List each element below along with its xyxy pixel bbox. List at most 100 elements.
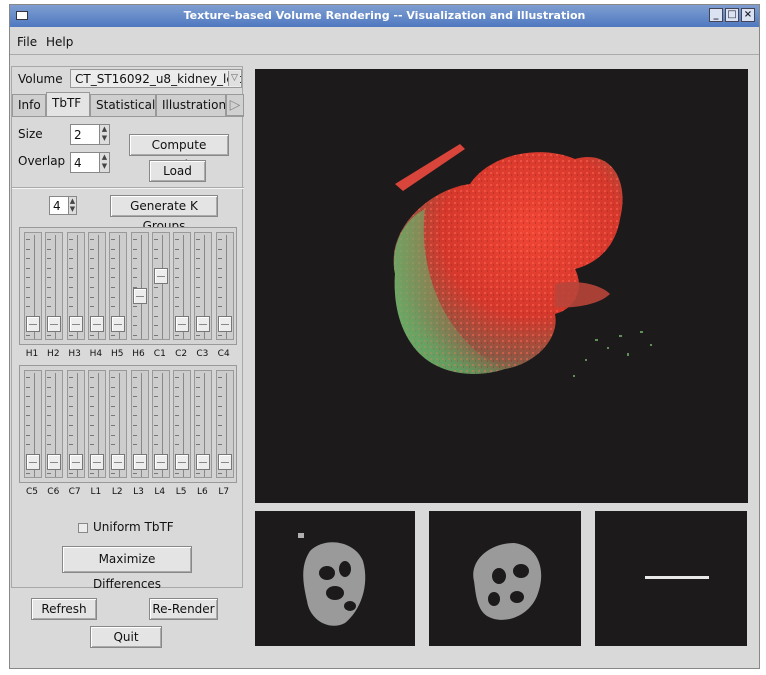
slider-tick <box>68 267 73 269</box>
slider-tick <box>26 287 30 288</box>
slider-tick <box>196 386 201 388</box>
slider-h5[interactable] <box>109 232 128 340</box>
slider-l1[interactable] <box>87 370 106 478</box>
slider-h3[interactable] <box>66 232 85 340</box>
slider-c4[interactable] <box>215 232 234 340</box>
overlap-spinner[interactable]: 4 ▲ ▼ <box>70 152 110 173</box>
slider-handle[interactable] <box>132 287 147 304</box>
generate-k-groups-button[interactable]: Generate K Groups <box>110 195 218 233</box>
slider-tick <box>111 425 116 426</box>
overlap-label: Overlap <box>18 154 66 168</box>
slider-tick <box>89 296 94 298</box>
slider-h6[interactable] <box>130 232 149 340</box>
slider-h4[interactable] <box>87 232 106 340</box>
tab-statistical[interactable]: Statistical <box>90 94 156 116</box>
slider-handle[interactable] <box>196 315 211 332</box>
menu-file[interactable]: File <box>17 35 37 49</box>
slider-handle[interactable] <box>68 315 83 332</box>
slider-handle[interactable] <box>196 453 211 470</box>
slider-c3[interactable] <box>194 232 213 340</box>
slider-handle[interactable] <box>153 268 168 285</box>
slider-tick <box>153 325 158 327</box>
volume-select[interactable]: CT_ST16092_u8_kidney_left_ ▽ <box>70 69 242 88</box>
ct-slice-image-3 <box>645 576 709 579</box>
tab-bar: Info TbTF Statistical Illustration ▷ <box>12 92 244 116</box>
slider-h2[interactable] <box>45 232 64 340</box>
slider-handle[interactable] <box>68 453 83 470</box>
slider-tick <box>89 248 94 250</box>
volume-select-value: CT_ST16092_u8_kidney_left_ <box>75 72 242 86</box>
tab-info[interactable]: Info <box>12 94 46 116</box>
maximize-icon[interactable]: □ <box>725 8 739 22</box>
slider-tick <box>175 287 180 288</box>
quit-button[interactable]: Quit <box>90 626 162 648</box>
slider-handle[interactable] <box>89 315 104 332</box>
slider-l3[interactable] <box>130 370 149 478</box>
slider-l2[interactable] <box>109 370 128 478</box>
volume-render-viewport[interactable] <box>255 69 748 503</box>
group-count-spinner[interactable]: 4 ▲ ▼ <box>49 196 77 215</box>
slider-l7[interactable] <box>215 370 234 478</box>
slice-view-3[interactable] <box>595 511 747 646</box>
slider-tick <box>47 425 52 426</box>
slider-l4[interactable] <box>151 370 170 478</box>
slider-tick <box>175 296 180 298</box>
slice-view-1[interactable] <box>255 511 415 646</box>
slider-handle[interactable] <box>26 453 40 470</box>
compute-metrics-button[interactable]: Compute Metrics <box>129 134 229 172</box>
slider-handle[interactable] <box>217 453 232 470</box>
slider-c2[interactable] <box>173 232 192 340</box>
slider-tick <box>89 415 94 417</box>
slider-c1[interactable] <box>151 232 170 340</box>
slider-tick <box>132 396 137 398</box>
slider-tick <box>153 396 158 398</box>
slider-tick <box>89 425 94 426</box>
slider-tick <box>89 396 94 398</box>
slider-handle[interactable] <box>47 453 62 470</box>
slider-handle[interactable] <box>111 315 126 332</box>
maximize-differences-button[interactable]: Maximize Differences <box>62 546 192 591</box>
chevron-down-icon[interactable]: ▽ <box>228 71 240 86</box>
tab-scroll-right-icon[interactable]: ▷ <box>226 94 244 116</box>
slider-tick <box>217 425 222 426</box>
slider-c7[interactable] <box>66 370 85 478</box>
slider-h1[interactable] <box>24 232 42 340</box>
slider-tick <box>89 277 94 279</box>
menu-help[interactable]: Help <box>46 35 73 49</box>
kidney-rendering-image <box>393 144 652 377</box>
slider-handle[interactable] <box>132 453 147 470</box>
slider-handle[interactable] <box>26 315 40 332</box>
slider-tick <box>26 473 30 474</box>
uniform-tbtf-checkbox[interactable] <box>78 523 88 533</box>
slider-tick <box>132 277 137 279</box>
slider-l5[interactable] <box>173 370 192 478</box>
minimize-icon[interactable]: _ <box>709 8 723 22</box>
slider-l6[interactable] <box>194 370 213 478</box>
slider-handle[interactable] <box>153 453 168 470</box>
slider-handle[interactable] <box>217 315 232 332</box>
title-bar[interactable]: Texture-based Volume Rendering -- Visual… <box>10 5 759 27</box>
load-button[interactable]: Load <box>149 160 206 182</box>
re-render-button[interactable]: Re-Render <box>149 598 218 620</box>
slider-handle[interactable] <box>111 453 126 470</box>
refresh-button[interactable]: Refresh <box>31 598 97 620</box>
slider-tick <box>26 377 30 378</box>
slider-tick <box>153 296 158 298</box>
slider-tick <box>153 405 158 407</box>
spinner-arrows-icon[interactable]: ▲ ▼ <box>99 125 109 144</box>
close-icon[interactable]: × <box>741 8 755 22</box>
slider-handle[interactable] <box>175 453 190 470</box>
spinner-arrows-icon[interactable]: ▲ ▼ <box>99 153 109 172</box>
slider-handle[interactable] <box>175 315 190 332</box>
tab-tbtf[interactable]: TbTF <box>46 92 90 116</box>
size-spinner[interactable]: 2 ▲ ▼ <box>70 124 110 145</box>
slider-handle[interactable] <box>89 453 104 470</box>
slider-tick <box>89 306 94 308</box>
tab-illustration[interactable]: Illustration <box>156 94 226 116</box>
slider-c6[interactable] <box>45 370 64 478</box>
slider-handle[interactable] <box>47 315 62 332</box>
slider-c5[interactable] <box>24 370 42 478</box>
slider-tick <box>26 405 30 407</box>
spinner-arrows-icon[interactable]: ▲ ▼ <box>68 197 76 214</box>
slice-view-2[interactable] <box>429 511 581 646</box>
